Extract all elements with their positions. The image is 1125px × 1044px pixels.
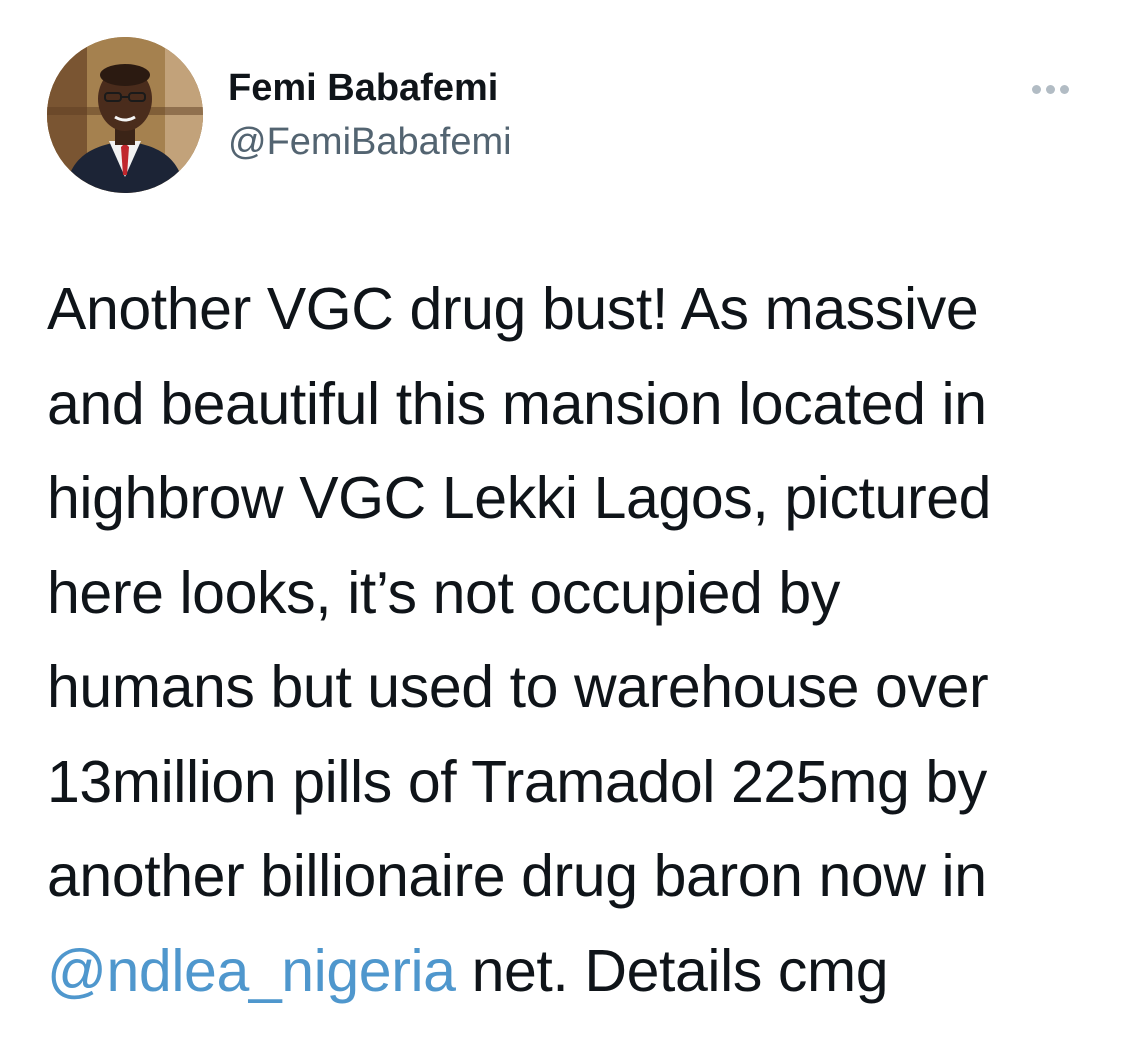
more-options-button[interactable] [1024,74,1076,104]
tweet-text-line: Another VGC drug bust! As massive [47,276,979,342]
tweet-text-line: here looks, it’s not occupied by [47,559,840,626]
tweet-text-line: humans but used to warehouse over [47,654,989,720]
tweet-text-line: 13million pills of Tramadol 225mg by [47,748,987,815]
more-horizontal-icon [1059,84,1069,94]
more-horizontal-icon [1045,84,1055,94]
author-avatar[interactable] [47,37,203,193]
mention-link[interactable]: @ndlea_nigeria [47,938,456,1004]
tweet-text-line-last: @ndlea_nigeria net. Details cmg [47,924,1107,1019]
tweet-text-line: and beautiful this mansion located in [47,370,987,437]
tweet: Femi Babafemi @FemiBabafemi Another VGC … [0,0,1125,1044]
tweet-text-line: another billionaire drug baron now in [47,843,987,909]
tweet-text: Another VGC drug bust! As massive and be… [47,262,1107,1018]
more-horizontal-icon [1031,84,1041,94]
avatar-photo-icon [47,37,203,193]
tweet-text-line: highbrow VGC Lekki Lagos, pictured [47,465,992,531]
author-handle[interactable]: @FemiBabafemi [228,117,512,167]
author-name[interactable]: Femi Babafemi [228,63,498,113]
tweet-text-tail: net. Details cmg [455,937,889,1004]
